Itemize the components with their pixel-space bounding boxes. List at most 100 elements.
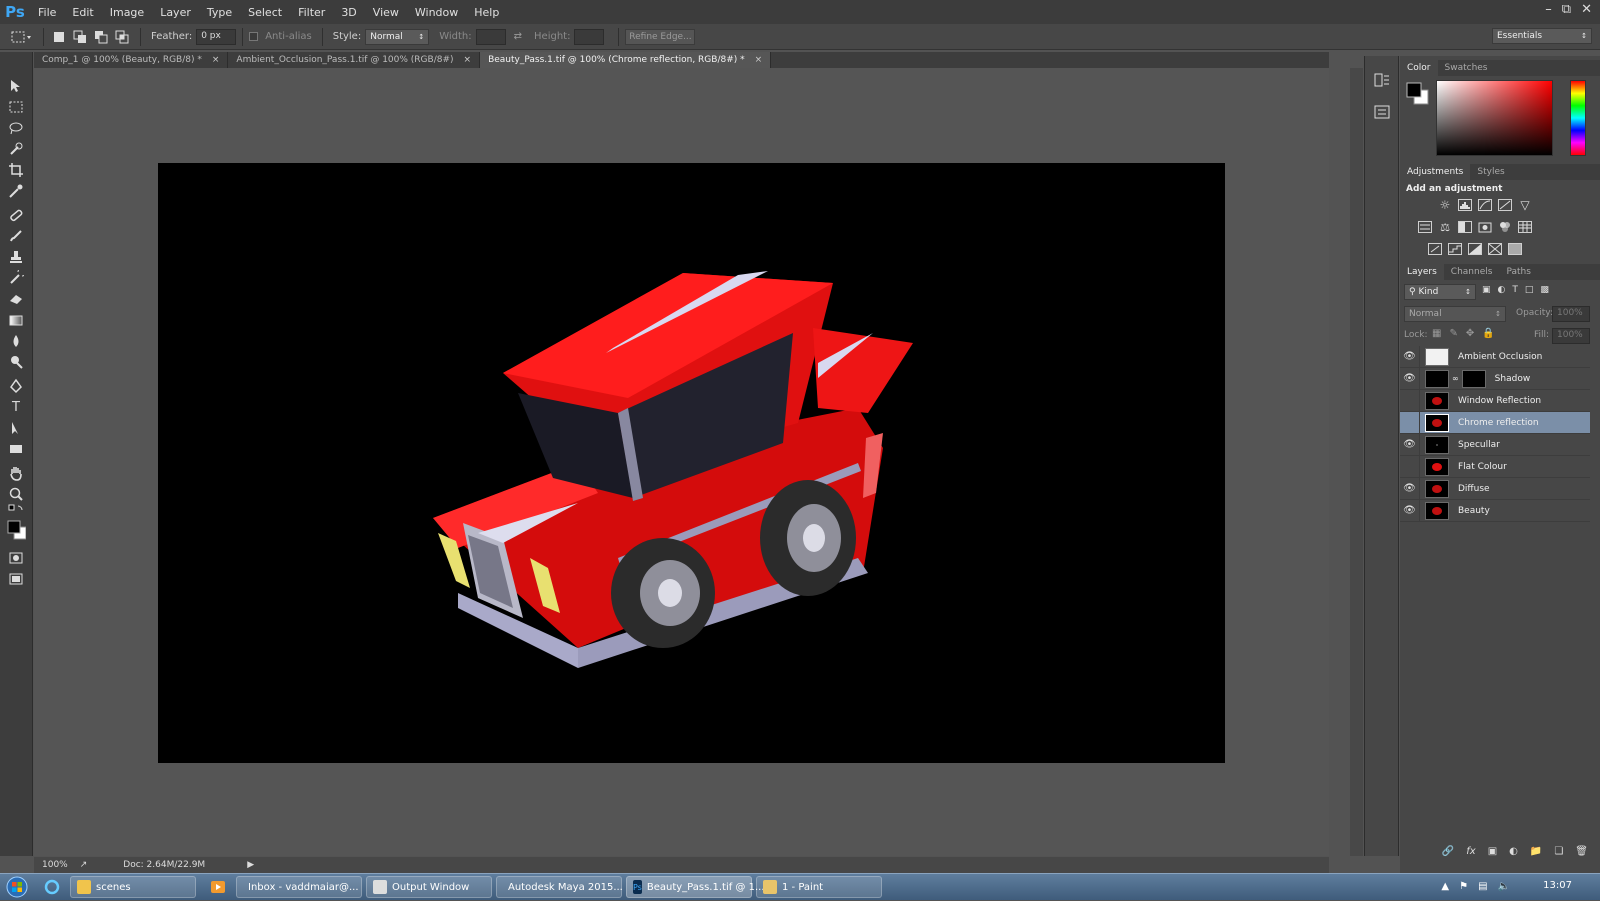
taskbar-item-inbox[interactable]: Inbox - vaddmaiar@...: [236, 876, 362, 898]
pen-tool-icon[interactable]: [6, 376, 26, 396]
layer-row-ambient-occlusion[interactable]: 👁 Ambient Occlusion: [1400, 345, 1590, 368]
hand-tool-icon[interactable]: [6, 463, 26, 483]
layer-row-chrome-reflection[interactable]: Chrome reflection: [1400, 411, 1590, 434]
tab-swatches[interactable]: Swatches: [1438, 60, 1495, 76]
channel-mixer-icon[interactable]: [1498, 221, 1512, 233]
healing-brush-tool-icon[interactable]: [6, 205, 26, 225]
menu-item-3d[interactable]: 3D: [333, 6, 364, 19]
layer-filter-select[interactable]: ⚲ Kind ↕: [1404, 284, 1476, 300]
black-white-icon[interactable]: [1458, 221, 1472, 233]
clone-stamp-tool-icon[interactable]: [6, 247, 26, 267]
zoom-tool-icon[interactable]: [6, 484, 26, 504]
tab-channels[interactable]: Channels: [1444, 264, 1500, 280]
eyedropper-tool-icon[interactable]: [6, 181, 26, 201]
layer-row-flat-colour[interactable]: Flat Colour: [1400, 455, 1590, 478]
tab-adjustments[interactable]: Adjustments: [1400, 164, 1471, 180]
close-icon[interactable]: ×: [464, 55, 472, 65]
visibility-toggle-off[interactable]: [1400, 455, 1420, 478]
menu-item-layer[interactable]: Layer: [152, 6, 199, 19]
status-menu-arrow-icon[interactable]: ▶: [247, 860, 254, 870]
type-filter-icon[interactable]: T: [1512, 285, 1518, 295]
foreground-background-color[interactable]: [6, 518, 26, 542]
layer-row-specullar[interactable]: 👁 Specullar: [1400, 433, 1590, 456]
taskbar-item-scenes[interactable]: scenes: [70, 876, 196, 898]
posterize-icon[interactable]: [1448, 243, 1462, 255]
gradient-map-icon[interactable]: [1488, 243, 1502, 255]
type-tool-icon[interactable]: T: [6, 397, 26, 417]
gradient-tool-icon[interactable]: [6, 310, 26, 330]
system-clock[interactable]: 13:07: [1543, 880, 1572, 891]
document-canvas[interactable]: [158, 163, 1225, 763]
new-adjustment-layer-icon[interactable]: ◐: [1509, 846, 1518, 857]
vibrance-icon[interactable]: ▽: [1518, 198, 1532, 212]
intersect-selection-icon[interactable]: [113, 28, 131, 46]
new-layer-icon[interactable]: ❏: [1554, 846, 1563, 857]
display-icon[interactable]: ▤: [1478, 881, 1487, 892]
share-icon[interactable]: ↗: [80, 860, 88, 870]
visibility-eye-icon[interactable]: 👁: [1400, 499, 1420, 522]
color-swatch-pair[interactable]: [1406, 82, 1430, 109]
default-colors-icon[interactable]: [6, 504, 26, 516]
add-mask-icon[interactable]: ▣: [1488, 846, 1497, 857]
menu-item-select[interactable]: Select: [240, 6, 290, 19]
menu-item-file[interactable]: File: [30, 6, 64, 19]
tab-ambient-occlusion[interactable]: Ambient_Occlusion_Pass.1.tif @ 100% (RGB…: [228, 52, 481, 68]
tab-color[interactable]: Color: [1400, 60, 1438, 76]
height-input[interactable]: [574, 28, 605, 45]
new-selection-icon[interactable]: [50, 28, 68, 46]
add-to-selection-icon[interactable]: [71, 28, 89, 46]
flag-icon[interactable]: ⚑: [1459, 881, 1468, 892]
lock-position-icon[interactable]: ✥: [1466, 328, 1474, 339]
photo-filter-icon[interactable]: [1478, 221, 1492, 233]
exposure-icon[interactable]: [1498, 199, 1512, 211]
crop-tool-icon[interactable]: [6, 160, 26, 180]
close-icon[interactable]: ✕: [1581, 2, 1592, 17]
visibility-eye-icon[interactable]: 👁: [1400, 477, 1420, 500]
dodge-tool-icon[interactable]: [6, 352, 26, 372]
start-button[interactable]: [0, 874, 34, 901]
visibility-toggle-off[interactable]: [1400, 411, 1420, 434]
layer-style-icon[interactable]: fx: [1466, 846, 1475, 857]
visibility-toggle-off[interactable]: [1400, 389, 1420, 412]
vertical-scrollbar[interactable]: [1350, 68, 1363, 856]
eraser-tool-icon[interactable]: [6, 289, 26, 309]
layer-row-beauty[interactable]: 👁 Beauty: [1400, 499, 1590, 522]
menu-item-type[interactable]: Type: [199, 6, 240, 19]
layer-row-diffuse[interactable]: 👁 Diffuse: [1400, 477, 1590, 500]
visibility-eye-icon[interactable]: 👁: [1400, 367, 1420, 390]
taskbar-item-maya[interactable]: Autodesk Maya 2015...: [496, 876, 623, 898]
hue-slider[interactable]: [1570, 80, 1586, 156]
marquee-preset-icon[interactable]: [8, 28, 34, 46]
brush-tool-icon[interactable]: [6, 226, 26, 246]
color-field[interactable]: [1436, 80, 1553, 156]
taskbar-item-photoshop[interactable]: Ps Beauty_Pass.1.tif @ 1...: [626, 876, 765, 898]
adjustment-filter-icon[interactable]: ◐: [1498, 285, 1506, 295]
rectangle-tool-icon[interactable]: [6, 439, 26, 459]
width-input[interactable]: [475, 28, 506, 45]
tab-comp-1[interactable]: Comp_1 @ 100% (Beauty, RGB/8) * ×: [34, 52, 229, 68]
taskbar-item-output-window[interactable]: Output Window: [366, 876, 492, 898]
close-icon[interactable]: ×: [212, 55, 220, 65]
lock-transparency-icon[interactable]: ▦: [1432, 328, 1441, 339]
invert-icon[interactable]: [1428, 243, 1442, 255]
marquee-tool-icon[interactable]: [6, 97, 26, 117]
zoom-level[interactable]: 100%: [42, 860, 68, 870]
fill-input[interactable]: 100%: [1552, 328, 1590, 344]
lock-pixels-icon[interactable]: ✎: [1449, 328, 1457, 339]
levels-icon[interactable]: [1458, 199, 1472, 211]
layer-row-shadow[interactable]: 👁 ∞ Shadow: [1400, 367, 1590, 390]
tray-expand-icon[interactable]: ▲: [1441, 881, 1449, 892]
lock-all-icon[interactable]: 🔒: [1482, 328, 1494, 339]
menu-item-image[interactable]: Image: [102, 6, 152, 19]
layer-row-window-reflection[interactable]: Window Reflection: [1400, 389, 1590, 412]
close-icon[interactable]: ×: [755, 55, 763, 65]
opacity-input[interactable]: 100%: [1552, 306, 1590, 322]
history-panel-icon[interactable]: [1374, 72, 1390, 91]
properties-panel-icon[interactable]: [1374, 104, 1390, 123]
shape-filter-icon[interactable]: □: [1525, 285, 1534, 295]
style-select[interactable]: Normal ↕: [365, 28, 430, 45]
canvas-workspace[interactable]: [34, 68, 1329, 856]
screen-mode-icon[interactable]: [6, 569, 26, 589]
new-group-icon[interactable]: 📁: [1530, 846, 1542, 857]
color-lookup-icon[interactable]: [1518, 221, 1532, 233]
